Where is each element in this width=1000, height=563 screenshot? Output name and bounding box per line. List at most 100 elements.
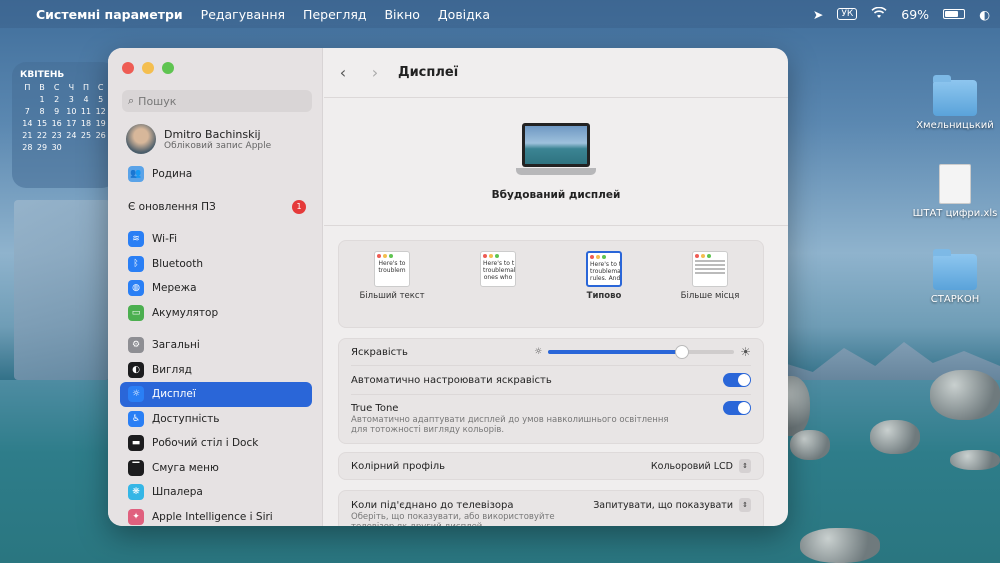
sidebar-item-label: Bluetooth <box>152 257 203 270</box>
account-name: Dmitro Bachinskij <box>164 127 261 141</box>
sidebar-item-general[interactable]: ⚙ Загальні <box>120 333 312 358</box>
window-controls <box>122 62 312 74</box>
avatar <box>126 124 156 154</box>
preview-text: rules. And the <box>590 275 621 282</box>
desktop-item-label: СТАРКОН <box>930 294 980 305</box>
menu-help[interactable]: Довідка <box>438 7 490 22</box>
preview-text: Here's to th <box>590 261 622 268</box>
desktop-folder-khmelnytskyi[interactable]: Хмельницький <box>910 75 1000 131</box>
gear-icon: ⚙ <box>128 337 144 354</box>
sidebar-item-wallpaper[interactable]: ❋ Шпалера <box>120 480 312 505</box>
wallpaper-rock <box>790 430 830 460</box>
minimize-window-button[interactable] <box>142 62 154 74</box>
desktop-item-label: ШТАТ цифри.xls <box>912 208 998 219</box>
color-profile-select[interactable]: Кольоровий LCD ⇕ <box>651 459 751 473</box>
menubar-icon: ▔ <box>128 459 144 476</box>
resolution-option-more-space[interactable]: Більше місця <box>670 251 750 301</box>
brightness-slider[interactable] <box>548 345 735 359</box>
battery-icon: ▭ <box>128 304 144 321</box>
builtin-display-thumbnail[interactable] <box>516 122 596 175</box>
calendar-day: 1 <box>39 95 45 104</box>
calendar-day: 28 <box>22 143 33 152</box>
calendar-day: 19 <box>95 119 106 128</box>
account-subtitle: Обліковий запис Apple <box>164 140 272 151</box>
sidebar-item-label: Робочий стіл і Dock <box>152 437 259 450</box>
calendar-weekday: П <box>82 83 89 92</box>
menu-app-name[interactable]: Системні параметри <box>36 7 183 22</box>
calendar-day: 21 <box>22 131 33 140</box>
calendar-day: 30 <box>51 143 62 152</box>
apple-account[interactable]: Dmitro Bachinskij Обліковий запис Apple <box>120 124 312 154</box>
wallpaper-rock <box>870 420 920 454</box>
zoom-window-button[interactable] <box>162 62 174 74</box>
wallpaper-rock <box>930 370 1000 420</box>
forward-button[interactable]: › <box>366 63 384 82</box>
sidebar-item-bluetooth[interactable]: ᛒ Bluetooth <box>120 252 312 277</box>
calendar-day <box>20 95 35 104</box>
sidebar-item-label: Акумулятор <box>152 306 219 319</box>
family-icon: 👥 <box>128 166 144 183</box>
sidebar-item-desktop-dock[interactable]: ▬ Робочий стіл і Dock <box>120 431 312 456</box>
calendar-weekday: П <box>24 83 31 92</box>
calendar-weekday: В <box>39 83 45 92</box>
battery-status-icon[interactable] <box>943 9 966 19</box>
color-profile-label: Колірний профіль <box>351 460 446 472</box>
auto-brightness-toggle[interactable] <box>723 373 751 387</box>
desktop-folder-starkon[interactable]: СТАРКОН <box>910 249 1000 305</box>
calendar-weekday: Ч <box>68 83 75 92</box>
menu-window[interactable]: Вікно <box>384 7 419 22</box>
auto-brightness-label: Автоматично настроювати яскравість <box>351 374 552 386</box>
desktop-file-shtat[interactable]: ШТАТ цифри.xls <box>910 164 1000 219</box>
sidebar-item-wifi[interactable]: ≋ Wi-Fi <box>120 227 312 252</box>
sidebar-item-software-update[interactable]: Є оновлення ПЗ 1 <box>120 195 312 220</box>
folder-icon <box>933 75 977 116</box>
auto-brightness-row: Автоматично настроювати яскравість <box>339 366 763 394</box>
keyboard-layout-badge[interactable]: УК <box>837 8 858 20</box>
wifi-status-icon[interactable] <box>871 6 887 22</box>
control-center-icon[interactable]: ◐ <box>979 7 990 22</box>
sidebar-item-label: Дисплеї <box>152 388 196 401</box>
sidebar-item-label: Смуга меню <box>152 461 219 474</box>
sidebar-item-accessibility[interactable]: ♿ Доступність <box>120 407 312 432</box>
preview-text: troublem <box>378 267 406 274</box>
location-arrow-icon[interactable]: ➤ <box>813 7 823 22</box>
sidebar-item-appearance[interactable]: ◐ Вигляд <box>120 358 312 383</box>
sidebar-item-family[interactable]: 👥 Родина <box>120 162 312 187</box>
resolution-option-larger-text[interactable]: Here's to troublem Більший текст <box>352 251 432 301</box>
chevron-updown-icon: ⇕ <box>739 459 751 473</box>
battery-percent[interactable]: 69% <box>901 7 929 22</box>
sidebar-item-siri[interactable]: ✦ Apple Intelligence і Siri <box>120 505 312 527</box>
accessibility-icon: ♿ <box>128 410 144 427</box>
sidebar-item-network[interactable]: ◍ Мережа <box>120 276 312 301</box>
calendar-day: 8 <box>39 107 45 116</box>
sidebar-item-label: Вигляд <box>152 363 192 376</box>
menu-bar: Системні параметри Редагування Перегляд … <box>0 0 1000 28</box>
menu-edit[interactable]: Редагування <box>201 7 285 22</box>
page-title: Дисплеї <box>398 65 459 80</box>
globe-icon: ◍ <box>128 280 144 297</box>
sidebar: ⌕ Пошук Dmitro Bachinskij Обліковий запи… <box>108 48 323 526</box>
search-icon: ⌕ <box>128 94 135 107</box>
tv-select[interactable]: Запитувати, що показувати ⇕ <box>593 498 751 512</box>
resolution-option-default[interactable]: Here's to th troublemakers rules. And th… <box>564 251 644 301</box>
calendar-widget[interactable]: КВІТЕНЬ П В С Ч П С 1 2 3 4 5 7 8 9 10 1… <box>12 62 116 188</box>
sidebar-item-displays[interactable]: ☼ Дисплеї <box>120 382 312 407</box>
sidebar-item-battery[interactable]: ▭ Акумулятор <box>120 301 312 326</box>
calendar-weekday: С <box>53 83 60 92</box>
resolution-label: Більший текст <box>359 291 425 301</box>
back-button[interactable]: ‹ <box>334 63 352 82</box>
truetone-toggle[interactable] <box>723 401 751 415</box>
resolution-option-2[interactable]: Here's to t troublemak ones who <box>458 251 538 291</box>
tv-label: Коли під'єднано до телевізора <box>351 499 514 511</box>
display-name: Вбудований дисплей <box>491 188 621 201</box>
sidebar-item-label: Шпалера <box>152 486 203 499</box>
calendar-day: 24 <box>66 131 77 140</box>
toolbar: ‹ › Дисплеї <box>324 48 788 98</box>
spreadsheet-file-icon <box>939 164 971 204</box>
brightness-row: Яскравість ☼ ☀ <box>339 339 763 365</box>
sidebar-item-menu-bar[interactable]: ▔ Смуга меню <box>120 456 312 481</box>
menu-view[interactable]: Перегляд <box>303 7 366 22</box>
close-window-button[interactable] <box>122 62 134 74</box>
calendar-day: 15 <box>36 119 48 128</box>
search-input[interactable]: ⌕ Пошук <box>122 90 312 112</box>
